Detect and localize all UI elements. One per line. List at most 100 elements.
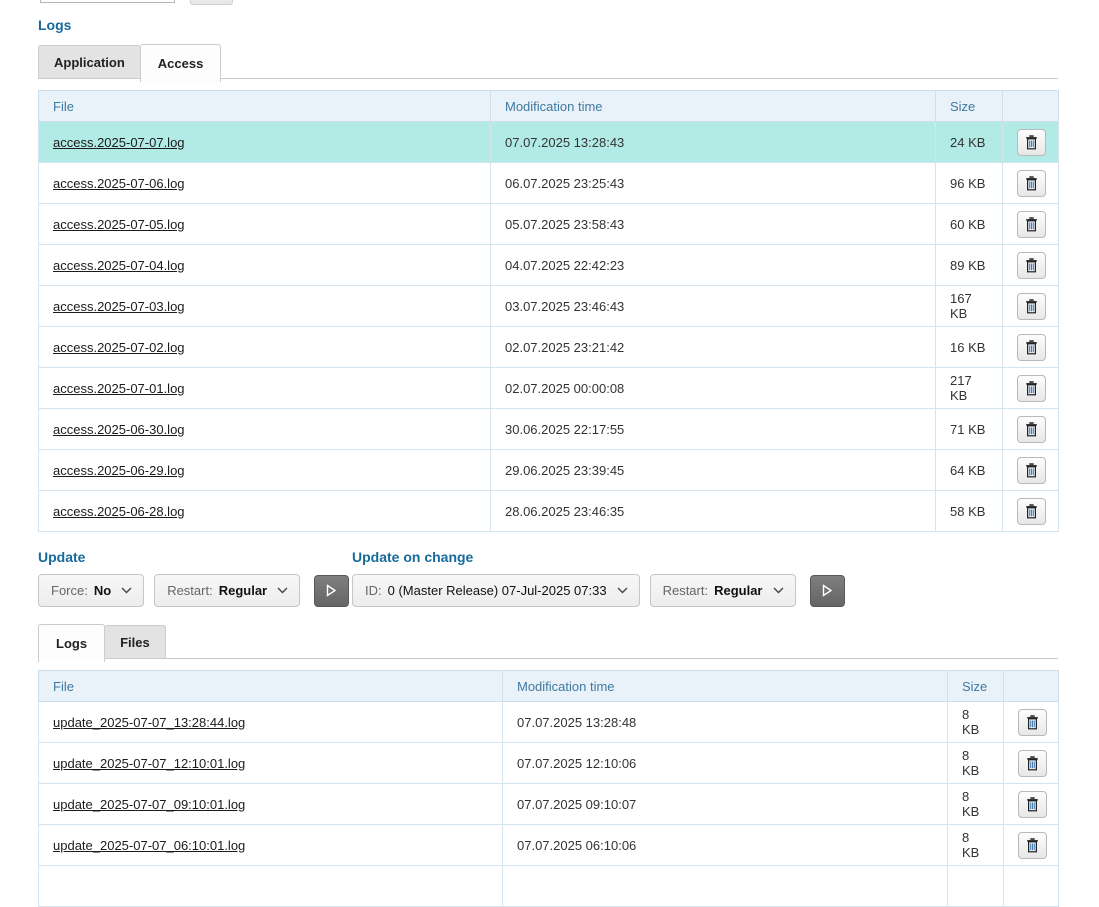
trash-icon [1025,422,1038,437]
table-row: update_2025-07-07_09:10:01.log 07.07.202… [39,784,1059,825]
chevron-down-icon [617,587,628,594]
update-logs-tabbar: Logs Files [38,625,1058,662]
log-file-link[interactable]: access.2025-07-06.log [53,176,185,191]
trash-icon [1026,715,1039,730]
tab-files[interactable]: Files [104,625,166,659]
delete-file-button[interactable] [1017,375,1046,402]
delete-file-button[interactable] [1017,293,1046,320]
modification-time-cell: 28.06.2025 23:46:35 [491,491,936,532]
log-file-link[interactable]: access.2025-07-01.log [53,381,185,396]
update-section: Update Force: No Restart: Regular [38,549,352,607]
file-size-cell: 217 KB [936,368,1003,409]
partial-button[interactable] [190,0,233,5]
run-update-on-change-button[interactable] [810,575,845,607]
log-file-link[interactable]: access.2025-06-29.log [53,463,185,478]
trash-icon [1025,463,1038,478]
column-header-modification-time: Modification time [491,91,936,122]
force-select-label: Force: [51,583,88,598]
column-header-actions [1004,671,1059,702]
trash-icon [1025,504,1038,519]
log-file-link[interactable]: access.2025-07-05.log [53,217,185,232]
log-file-link[interactable]: access.2025-07-03.log [53,299,185,314]
log-file-link[interactable]: update_2025-07-07_12:10:01.log [53,756,245,771]
restart-on-change-select[interactable]: Restart: Regular [650,574,796,607]
file-size-cell: 8 KB [948,825,1004,866]
file-size-cell: 58 KB [936,491,1003,532]
trash-icon [1025,340,1038,355]
release-id-select-label: ID: [365,583,382,598]
chevron-down-icon [121,587,132,594]
modification-time-cell: 07.07.2025 13:28:48 [503,702,948,743]
column-header-actions [1003,91,1059,122]
delete-file-button[interactable] [1017,129,1046,156]
log-file-link[interactable]: update_2025-07-07_09:10:01.log [53,797,245,812]
table-row: access.2025-06-30.log 30.06.2025 22:17:5… [39,409,1059,450]
log-file-link[interactable]: access.2025-07-02.log [53,340,185,355]
delete-file-button[interactable] [1017,416,1046,443]
table-row: access.2025-06-29.log 29.06.2025 23:39:4… [39,450,1059,491]
run-update-button[interactable] [314,575,349,607]
table-row: access.2025-07-01.log 02.07.2025 00:00:0… [39,368,1059,409]
delete-file-button[interactable] [1017,170,1046,197]
modification-time-cell: 07.07.2025 06:10:06 [503,825,948,866]
modification-time-cell: 06.07.2025 23:25:43 [491,163,936,204]
tab-logs[interactable]: Logs [38,624,105,662]
table-header-row: File Modification time Size [39,671,1059,702]
modification-time-cell: 07.07.2025 13:28:43 [491,122,936,163]
trash-icon [1026,838,1039,853]
table-row: update_2025-07-07_13:28:44.log 07.07.202… [39,702,1059,743]
table-row: access.2025-07-05.log 05.07.2025 23:58:4… [39,204,1059,245]
file-size-cell: 89 KB [936,245,1003,286]
tab-application[interactable]: Application [38,45,141,79]
release-id-select[interactable]: ID: 0 (Master Release) 07-Jul-2025 07:33 [352,574,640,607]
trash-icon [1025,135,1038,150]
force-select-value: No [94,583,111,598]
trash-icon [1025,258,1038,273]
trash-icon [1025,299,1038,314]
log-file-link[interactable]: update_2025-07-07_06:10:01.log [53,838,245,853]
file-size-cell: 8 KB [948,784,1004,825]
partial-text-input[interactable] [40,0,175,3]
delete-file-button[interactable] [1018,750,1047,777]
file-size-cell: 60 KB [936,204,1003,245]
modification-time-cell: 30.06.2025 22:17:55 [491,409,936,450]
update-on-change-section: Update on change ID: 0 (Master Release) … [352,549,845,607]
modification-time-cell: 29.06.2025 23:39:45 [491,450,936,491]
release-id-select-value: 0 (Master Release) 07-Jul-2025 07:33 [388,583,607,598]
modification-time-cell: 04.07.2025 22:42:23 [491,245,936,286]
force-select[interactable]: Force: No [38,574,144,607]
restart-on-change-select-value: Regular [714,583,762,598]
delete-file-button[interactable] [1018,791,1047,818]
restart-select-value: Regular [219,583,267,598]
delete-file-button[interactable] [1017,498,1046,525]
log-file-link[interactable]: access.2025-06-28.log [53,504,185,519]
table-row: access.2025-07-04.log 04.07.2025 22:42:2… [39,245,1059,286]
delete-file-button[interactable] [1017,457,1046,484]
modification-time-cell: 05.07.2025 23:58:43 [491,204,936,245]
trash-icon [1025,176,1038,191]
delete-file-button[interactable] [1017,334,1046,361]
file-size-cell: 167 KB [936,286,1003,327]
log-file-link[interactable]: access.2025-06-30.log [53,422,185,437]
log-file-link[interactable]: access.2025-07-04.log [53,258,185,273]
file-size-cell: 64 KB [936,450,1003,491]
file-size-cell: 8 KB [948,743,1004,784]
delete-file-button[interactable] [1017,211,1046,238]
log-file-link[interactable]: update_2025-07-07_13:28:44.log [53,715,245,730]
trash-icon [1026,797,1039,812]
delete-file-button[interactable] [1017,252,1046,279]
file-size-cell: 8 KB [948,702,1004,743]
modification-time-cell: 02.07.2025 00:00:08 [491,368,936,409]
table-row: update_2025-07-07_06:10:01.log 07.07.202… [39,825,1059,866]
delete-file-button[interactable] [1018,709,1047,736]
delete-file-button[interactable] [1018,832,1047,859]
table-row: access.2025-07-02.log 02.07.2025 23:21:4… [39,327,1059,368]
log-file-link[interactable]: access.2025-07-07.log [53,135,185,150]
restart-select[interactable]: Restart: Regular [154,574,300,607]
modification-time-cell: 07.07.2025 09:10:07 [503,784,948,825]
table-row: access.2025-06-28.log 28.06.2025 23:46:3… [39,491,1059,532]
trash-icon [1025,381,1038,396]
modification-time-cell: 03.07.2025 23:46:43 [491,286,936,327]
tab-access[interactable]: Access [140,44,222,82]
trash-icon [1026,756,1039,771]
